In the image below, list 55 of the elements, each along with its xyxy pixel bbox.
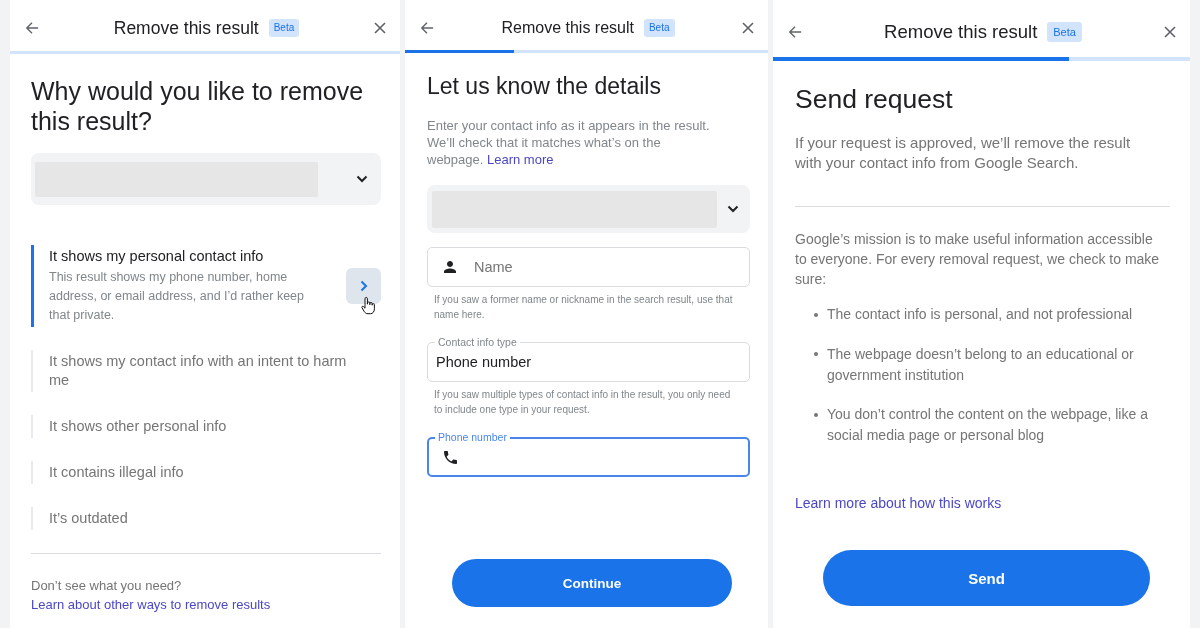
bullet-icon — [814, 312, 818, 317]
reason-option[interactable]: It shows other personal info — [31, 415, 381, 438]
option-title: It shows my contact info with an intent to harm me — [49, 352, 348, 390]
option-description: This result shows my phone number, home address, or email address, and I’d rather keep that private. — [49, 269, 305, 324]
intro-text: Enter your contact info as it appears in the result. We’ll check that it matches what’s on the webpage. Learn more — [427, 117, 711, 168]
option-title: It shows my personal contact info — [49, 247, 265, 266]
requirement-text: The webpage doesn’t belong to an educational or government institution — [827, 344, 1135, 385]
close-icon[interactable] — [742, 22, 754, 34]
requirement-text: You don’t control the content on the webpage, like a social media page or personal blog — [827, 405, 1149, 445]
label-badge: Beta — [1047, 22, 1082, 42]
reason-option[interactable]: It shows my contact info with an intent to harm me — [31, 350, 381, 392]
dropdown-field[interactable] — [427, 185, 750, 233]
option-title: It contains illegal info — [49, 463, 185, 482]
dialog-title: Remove this result — [884, 21, 1038, 43]
field-label: Contact info type — [435, 336, 520, 348]
page-heading: Let us know the details — [427, 72, 662, 100]
other-ways-link[interactable]: Learn about other ways to remove results — [31, 597, 271, 612]
bullet-icon — [814, 352, 818, 356]
page-heading: Send request — [795, 84, 954, 114]
dialog-title: Remove this result — [113, 17, 259, 39]
close-icon[interactable] — [1164, 26, 1176, 38]
option-title: It shows other personal info — [49, 417, 228, 436]
helper-text: If you saw multiple types of contact info in the result, you only need to include one type in your request. — [434, 388, 732, 417]
learn-more-link[interactable]: Learn more — [487, 152, 554, 167]
help-text: Don’t see what you need? Learn about other ways to remove results — [31, 577, 272, 614]
back-icon[interactable] — [788, 25, 802, 39]
dialog-title: Remove this result — [501, 19, 634, 37]
hand-cursor-icon — [361, 296, 376, 316]
name-field[interactable]: Name — [427, 247, 750, 287]
back-icon[interactable] — [420, 21, 434, 35]
label-badge: Beta — [268, 19, 300, 37]
bullet-icon — [814, 412, 818, 417]
reason-option[interactable]: It contains illegal info — [31, 461, 381, 484]
page-heading: Why would you like to remove this result? — [31, 76, 365, 136]
helper-text: If you saw a former name or nickname in the search result, use that name here. — [434, 293, 734, 322]
dropdown-field[interactable] — [31, 153, 381, 205]
next-button[interactable] — [346, 268, 381, 304]
intro-text: If your request is approved, we’ll remove the result with your contact info from Google Search. — [795, 133, 1132, 173]
chevron-right-icon — [359, 280, 368, 292]
field-label: Phone number — [435, 431, 510, 443]
chevron-down-icon — [356, 175, 368, 183]
continue-button[interactable]: Continue — [452, 559, 732, 607]
back-icon[interactable] — [25, 21, 39, 35]
person-icon — [444, 261, 456, 273]
label-badge: Beta — [643, 19, 675, 37]
close-icon[interactable] — [374, 22, 386, 34]
mission-text: Google’s mission is to make useful information accessible to everyone. For every removal request, we check to make sure: — [795, 230, 1161, 289]
phone-icon — [444, 450, 457, 464]
reason-option[interactable]: It’s outdated — [31, 507, 381, 530]
learn-more-link[interactable]: Learn more about how this works — [795, 493, 1002, 513]
requirement-text: The contact info is personal, and not professional — [827, 305, 1133, 324]
option-title: It’s outdated — [49, 509, 129, 528]
send-button[interactable]: Send — [823, 550, 1150, 606]
chevron-down-icon — [727, 205, 739, 213]
reason-option[interactable]: It shows my personal contact info This result shows my phone number, home address, or email address, and I’d rather keep that private. — [31, 245, 381, 327]
